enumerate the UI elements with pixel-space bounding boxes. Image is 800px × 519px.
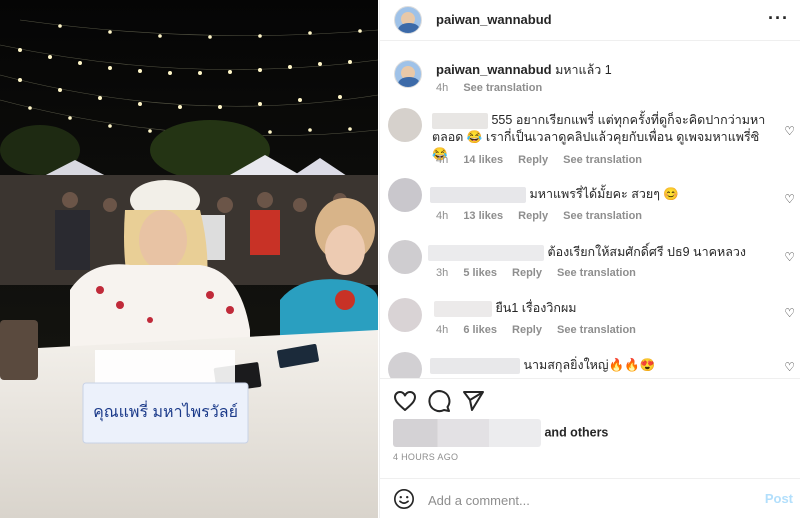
caption-see-translation[interactable]: See translation: [463, 82, 542, 94]
add-comment-bar: Post: [380, 478, 800, 519]
comment-text: ต้องเรียกให้สมศักดิ์ศรี ปธ9 นาคหลวง: [547, 245, 746, 259]
post-header: paiwan_wannabud ···: [380, 0, 800, 41]
see-translation-button[interactable]: See translation: [563, 210, 642, 222]
see-translation-button[interactable]: See translation: [563, 154, 642, 166]
post-button[interactable]: Post: [765, 491, 793, 506]
comment-text: ยืน1 เรื่องวิกผม: [495, 301, 577, 315]
reply-button[interactable]: Reply: [512, 324, 542, 336]
reply-button[interactable]: Reply: [512, 267, 542, 279]
emoji-icon[interactable]: [393, 488, 415, 510]
commenter-username-blurred[interactable]: [434, 300, 492, 317]
likes-suffix[interactable]: and others: [544, 425, 608, 439]
comment-item: 555 อยากเรียกแพรี่ แต่ทุกครั้งที่ดูก็จะค…: [380, 104, 800, 166]
comment-time: 4h: [436, 210, 449, 222]
commenter-avatar[interactable]: [388, 178, 422, 212]
comment-item: นามสกุลยิ่งใหญ่🔥🔥😍 ♡: [380, 348, 800, 378]
caption-avatar[interactable]: [394, 60, 422, 88]
commenter-avatar[interactable]: [388, 108, 422, 142]
comment-time: 4h: [436, 154, 449, 166]
post-actions: and others: [380, 378, 800, 459]
author-avatar[interactable]: [394, 6, 422, 34]
comment-input[interactable]: [426, 488, 750, 512]
post-timestamp: 4 HOURS AGO: [393, 452, 459, 462]
reply-button[interactable]: Reply: [518, 210, 548, 222]
commenter-avatar[interactable]: [388, 298, 422, 332]
commenter-avatar[interactable]: [388, 240, 422, 274]
comment-text: นามสกุลยิ่งใหญ่🔥🔥😍: [523, 358, 656, 372]
comment-likes[interactable]: 13 likes: [463, 210, 503, 222]
reply-button[interactable]: Reply: [518, 154, 548, 166]
liker-avatars-blurred: [393, 419, 541, 447]
heart-icon[interactable]: ♡: [784, 360, 795, 374]
caption: paiwan_wannabud มหาแล้ว 1 4h See transla…: [380, 52, 800, 96]
caption-username[interactable]: paiwan_wannabud: [436, 62, 552, 77]
see-translation-button[interactable]: See translation: [557, 324, 636, 336]
name-sign-text: คุณแพรี่ มหาไพรวัลย์: [93, 404, 238, 421]
caption-text: มหาแล้ว 1: [555, 63, 612, 77]
comment-likes[interactable]: 6 likes: [463, 324, 497, 336]
commenter-avatar[interactable]: [388, 352, 422, 378]
comment-icon[interactable]: [427, 389, 451, 413]
commenter-username-blurred[interactable]: [428, 244, 544, 261]
comment-likes[interactable]: 14 likes: [463, 154, 503, 166]
caption-time: 4h: [436, 82, 449, 94]
comment-item: ต้องเรียกให้สมศักดิ์ศรี ปธ9 นาคหลวง 3h 5…: [380, 236, 800, 288]
comment-text: มหาแพรรี่ได้มั้ยคะ สวยๆ 😊: [529, 187, 679, 201]
commenter-username-blurred[interactable]: [430, 357, 520, 374]
comment-item: มหาแพรรี่ได้มั้ยคะ สวยๆ 😊 4h 13 likes Re…: [380, 172, 800, 224]
author-username[interactable]: paiwan_wannabud: [436, 12, 552, 27]
likes-summary[interactable]: and others: [393, 419, 608, 447]
post-panel: paiwan_wannabud ··· paiwan_wannabud มหาแ…: [379, 0, 800, 518]
send-icon[interactable]: [461, 389, 485, 413]
comment-item: ยืน1 เรื่องวิกผม 4h 6 likes Reply See tr…: [380, 292, 800, 344]
heart-icon[interactable]: ♡: [784, 124, 795, 138]
heart-icon[interactable]: ♡: [784, 250, 795, 264]
comment-likes[interactable]: 5 likes: [463, 267, 497, 279]
commenter-username-blurred[interactable]: [430, 186, 526, 203]
comment-time: 4h: [436, 324, 449, 336]
see-translation-button[interactable]: See translation: [557, 267, 636, 279]
commenter-username-blurred[interactable]: [432, 112, 488, 129]
more-horizontal-icon[interactable]: ···: [768, 8, 789, 29]
comment-time: 3h: [436, 267, 449, 279]
heart-icon[interactable]: ♡: [784, 192, 795, 206]
heart-icon[interactable]: ♡: [784, 306, 795, 320]
heart-icon[interactable]: [393, 389, 417, 413]
post-photo: คุณแพรี่ มหาไพรวัลย์: [0, 0, 378, 518]
